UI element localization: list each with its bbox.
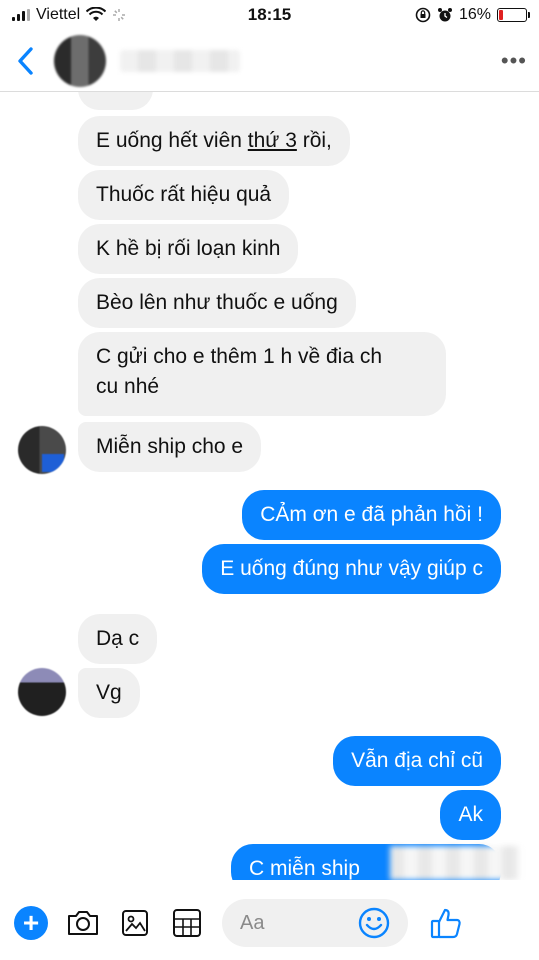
message-bubble-incoming[interactable]: E uống hết viên thứ 3 rồi, — [78, 116, 350, 166]
message-bubble-outgoing[interactable]: Vẫn địa chỉ cũ — [333, 736, 501, 786]
status-bar: Viettel 18:15 16% — [0, 0, 539, 30]
conversation-header: ••• — [0, 30, 539, 92]
message-bubble-incoming[interactable]: Miễn ship cho e — [78, 422, 262, 472]
thumbs-up-icon — [430, 908, 461, 939]
message-line: cu nhé — [96, 375, 160, 398]
battery-percent: 16% — [458, 6, 491, 23]
message-bubble-outgoing[interactable]: Ak — [440, 790, 501, 840]
message-composer: + Aa — [0, 886, 539, 960]
image-icon — [122, 910, 148, 936]
add-button[interactable]: + — [14, 906, 48, 940]
message-text: C miễn ship — [249, 857, 360, 880]
back-button[interactable] — [12, 41, 38, 81]
message-input[interactable]: Aa — [222, 899, 408, 947]
rotation-lock-icon — [415, 7, 431, 23]
camera-icon — [68, 911, 98, 935]
sticker-button[interactable] — [170, 906, 204, 940]
contact-name-redacted[interactable] — [120, 49, 240, 72]
message-bubble-incoming[interactable]: Vg — [78, 668, 140, 718]
carrier-label: Viettel — [36, 6, 81, 23]
message-line: C gửi cho e thêm 1 h về đia ch — [96, 345, 383, 368]
gallery-button[interactable] — [118, 906, 152, 940]
plus-icon: + — [22, 907, 40, 938]
more-options-button[interactable]: ••• — [501, 48, 527, 74]
like-button[interactable] — [426, 903, 466, 943]
status-left: Viettel — [12, 6, 212, 24]
message-bubble-incoming[interactable]: K hề bị rối loạn kinh — [78, 224, 299, 274]
emoji-icon[interactable] — [358, 907, 390, 939]
more-dots-icon: ••• — [500, 47, 527, 73]
sender-avatar[interactable] — [18, 426, 66, 474]
alarm-icon — [437, 8, 452, 22]
message-bubble-incoming-multiline[interactable]: C gửi cho e thêm 1 h về đia ch cu nhé — [78, 332, 446, 416]
back-chevron-icon — [18, 46, 33, 75]
message-bubble-outgoing[interactable]: E uống đúng như vậy giúp c — [202, 544, 501, 594]
wifi-icon — [86, 7, 107, 21]
message-thread[interactable]: E uống hết viên thứ 3 rồi, Thuốc rất hiệ… — [0, 92, 539, 880]
contact-avatar[interactable] — [54, 34, 106, 87]
signal-icon — [12, 9, 30, 21]
battery-icon — [497, 8, 530, 22]
message-bubble-incoming[interactable]: Bèo lên như thuốc e uống — [78, 278, 356, 328]
loading-spinner-icon — [113, 9, 126, 21]
status-time: 18:15 — [247, 5, 292, 24]
message-input-placeholder: Aa — [240, 911, 265, 934]
redacted-overlay — [390, 846, 520, 880]
message-bubble-incoming[interactable]: Dạ c — [78, 614, 158, 664]
message-bubble-incoming[interactable]: Thuốc rất hiệu quả — [78, 170, 290, 220]
message-bubble-cutoff — [78, 92, 153, 110]
sticker-grid-icon — [173, 909, 201, 937]
sender-avatar[interactable] — [18, 668, 66, 716]
message-bubble-outgoing[interactable]: CẢm ơn e đã phản hồi ! — [242, 490, 501, 540]
status-right: 16% — [327, 6, 530, 24]
camera-button[interactable] — [66, 906, 100, 940]
